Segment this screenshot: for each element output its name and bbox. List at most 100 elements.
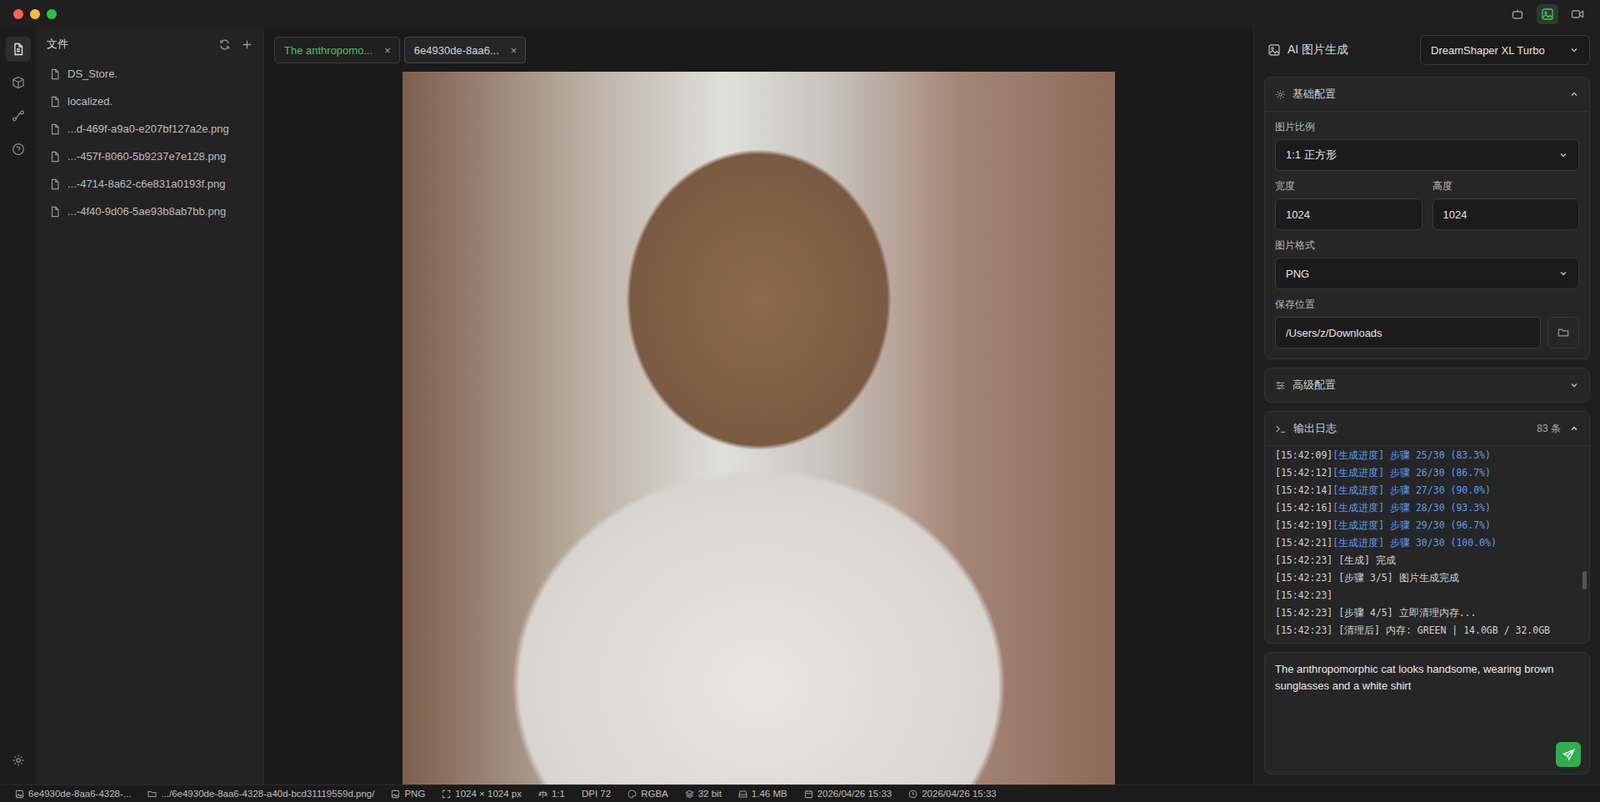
width-input[interactable]: 1024: [1275, 198, 1423, 230]
modified-status: 2026/04/26 15:33: [908, 788, 997, 799]
files-rail-button[interactable]: [5, 36, 31, 62]
height-field: 高度1024: [1432, 179, 1580, 230]
model-select[interactable]: DreamShaper XL Turbo: [1420, 35, 1590, 65]
file-item[interactable]: ...-4f40-9d06-5ae93b8ab7bb.png: [44, 197, 257, 225]
generation-panel: AI 图片生成DreamShaper XL Turbo基础配置图片比例1:1 正…: [1253, 28, 1600, 785]
gear-icon: [1275, 89, 1286, 100]
file-panel-header: 文件: [44, 28, 257, 60]
section-header[interactable]: 基础配置: [1265, 77, 1590, 111]
video-mode-button[interactable]: [1566, 4, 1589, 25]
help-rail-button[interactable]: [5, 136, 31, 162]
prompt-input[interactable]: The anthropomorphic cat looks handsome, …: [1264, 651, 1590, 775]
image-icon: [15, 789, 25, 799]
output-log-section: 输出日志83 条[15:42:09][生成进度] 步骤 25/30 (83.3%…: [1264, 410, 1590, 644]
file-panel-title: 文件: [46, 36, 69, 52]
section-header[interactable]: 输出日志83 条: [1265, 411, 1590, 445]
file-icon: [49, 150, 61, 163]
file-icon: [49, 178, 61, 190]
file-item[interactable]: DS_Store.: [44, 60, 257, 88]
log-line: [15:42:09][生成进度] 步骤 25/30 (83.3%): [1275, 446, 1576, 465]
folder-icon: [1557, 326, 1570, 339]
models-rail-button[interactable]: [5, 70, 31, 95]
file-panel: 文件 DS_Store.localized....d-469f-a9a0-e207…: [37, 28, 265, 785]
format-status: PNG: [390, 788, 425, 799]
cube-icon: [11, 75, 25, 90]
drive-icon: [738, 789, 748, 799]
save-path-input[interactable]: /Users/z/Downloads: [1275, 316, 1541, 349]
layers-icon: [685, 789, 695, 799]
plus-icon[interactable]: [240, 38, 254, 51]
send-icon: [1562, 748, 1575, 761]
image-viewer: [264, 71, 1254, 785]
log-line: [15:42:23] [步骤 4/5] 立即清理内存...: [1275, 604, 1576, 622]
settings-button[interactable]: [5, 747, 31, 773]
tab[interactable]: 6e4930de-8aa6...×: [404, 36, 527, 64]
image-mode-button[interactable]: [1536, 4, 1559, 25]
workflow-icon: [11, 109, 25, 123]
panel-title: AI 图片生成: [1287, 42, 1349, 58]
file-status: 6e4930de-8aa6-4328-...: [15, 788, 131, 799]
tab-close-button[interactable]: ×: [384, 44, 391, 57]
file-item[interactable]: ...-457f-8060-5b9237e7e128.png: [44, 142, 257, 170]
workflow-rail-button[interactable]: [5, 103, 31, 129]
format-select[interactable]: PNG: [1275, 257, 1580, 290]
gear-icon: [11, 753, 25, 767]
minimize-button[interactable]: [30, 9, 40, 20]
activity-rail: [0, 28, 38, 785]
format-field: 图片格式PNG: [1275, 238, 1580, 290]
folder-status: .../6e4930de-8aa6-4328-a40d-bcd31119559d…: [147, 788, 375, 799]
ratio-select[interactable]: 1:1 正方形: [1275, 139, 1580, 171]
ratio-status: 1:1: [538, 788, 565, 799]
file-item[interactable]: localized.: [44, 87, 257, 115]
log-output: [15:42:09][生成进度] 步骤 25/30 (83.3%) [15:42:…: [1265, 445, 1590, 643]
basic-config-section: 基础配置图片比例1:1 正方形宽度1024高度1024图片格式PNG保存位置/U…: [1264, 76, 1590, 360]
chevron-down-icon: [1558, 150, 1569, 160]
chevron-down-icon: [1558, 268, 1569, 279]
image-icon: [390, 789, 400, 799]
created-status: 2026/04/26 15:33: [804, 788, 893, 799]
image-preview: [402, 71, 1115, 785]
depth-status: 32 bit: [685, 788, 722, 799]
chevron-down-icon: [1569, 45, 1580, 55]
title-bar: [0, 0, 1600, 29]
file-item[interactable]: ...-4714-8a62-c6e831a0193f.png: [44, 170, 257, 198]
log-count: 83 条: [1536, 421, 1561, 436]
file-item[interactable]: ...d-469f-a9a0-e207bf127a2e.png: [44, 115, 257, 143]
section-header[interactable]: 高级配置: [1265, 368, 1590, 402]
zoom-button[interactable]: [46, 9, 57, 20]
folder-icon: [147, 789, 157, 799]
browse-button[interactable]: [1547, 316, 1580, 349]
app-window: 文件 DS_Store.localized....d-469f-a9a0-e207…: [0, 0, 1600, 802]
tab[interactable]: The anthropomo...×: [274, 36, 400, 64]
color-status: RGBA: [627, 788, 669, 799]
send-button[interactable]: [1555, 741, 1581, 767]
chevron-up-icon: [1569, 423, 1580, 434]
dpi-status: DPI 72: [581, 788, 611, 799]
sliders-icon: [1275, 380, 1286, 391]
size-status: 1024 × 1024 px: [441, 788, 522, 799]
image-icon: [1540, 7, 1555, 21]
palette-icon: [627, 789, 637, 799]
file-icon: [49, 205, 61, 218]
log-scrollbar[interactable]: [1580, 445, 1588, 643]
log-line: [15:42:23] [清理后] 内存: GREEN | 14.0GB / 32…: [1275, 621, 1576, 640]
mode-switcher: [1506, 4, 1589, 25]
file-icon: [11, 42, 25, 56]
status-bar: 6e4930de-8aa6-4328-... .../6e4930de-8aa6-…: [0, 784, 1600, 802]
log-line: [15:42:19][生成进度] 步骤 29/30 (96.7%): [1275, 516, 1576, 535]
help-icon: [11, 142, 25, 156]
chevron-up-icon: [1569, 89, 1580, 100]
robot-mode-button[interactable]: [1506, 4, 1529, 25]
file-icon: [49, 95, 61, 108]
clock-icon: [908, 789, 918, 799]
height-input[interactable]: 1024: [1432, 198, 1580, 230]
calendar-icon: [804, 789, 814, 799]
tab-bar: The anthropomo...×6e4930de-8aa6...×: [264, 28, 1254, 72]
window-controls: [13, 9, 57, 20]
refresh-icon[interactable]: [218, 38, 231, 51]
tab-close-button[interactable]: ×: [510, 44, 518, 57]
image-icon: [1267, 43, 1281, 57]
close-button[interactable]: [13, 9, 24, 20]
log-line: [15:42:23]: [1275, 586, 1576, 605]
terminal-icon: [1275, 423, 1287, 435]
